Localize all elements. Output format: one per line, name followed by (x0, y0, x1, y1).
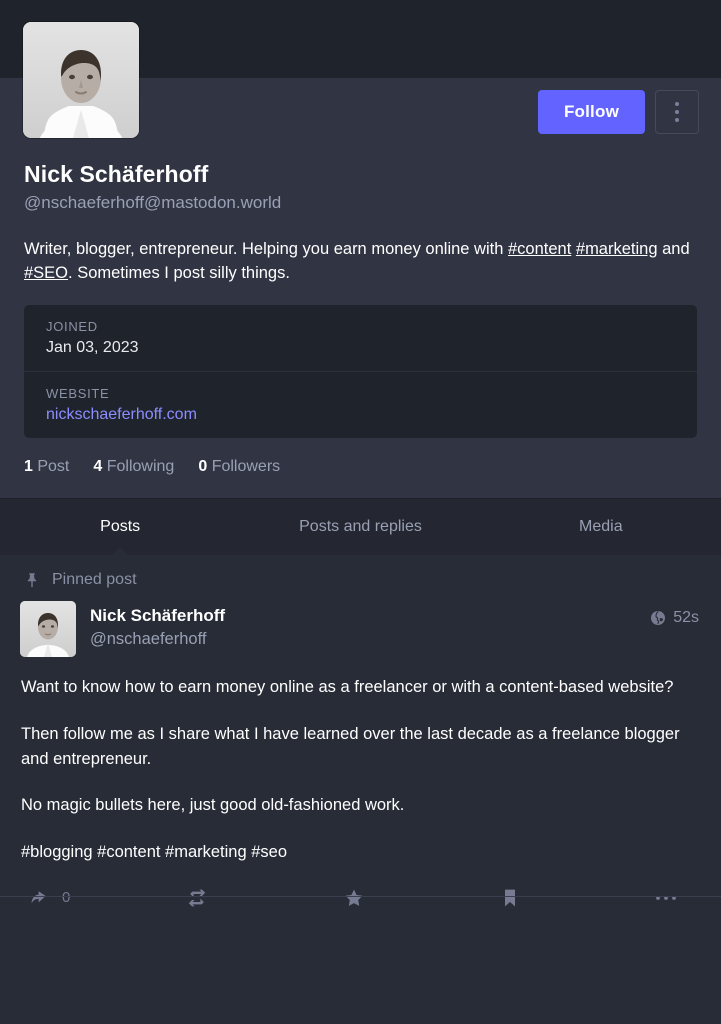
status-post: Pinned post Nick Schäferhoff @nschaeferh… (0, 555, 721, 909)
boost-button[interactable] (186, 887, 342, 909)
favourite-star-icon (345, 889, 362, 906)
profile-card: Follow Nick Schäferhoff @nschaeferhoff@m… (0, 78, 721, 499)
metadata-row-joined: JOINED Jan 03, 2023 (24, 305, 697, 371)
bookmark-icon (504, 889, 515, 907)
profile-tab-bar: Posts Posts and replies Media (0, 498, 721, 557)
boost-icon (189, 889, 206, 907)
stat-count: 4 (93, 458, 103, 476)
profile-page: Follow Nick Schäferhoff @nschaeferhoff@m… (0, 0, 721, 1024)
globe-icon (651, 611, 666, 626)
metadata-row-website: WEBSITE nickschaeferhoff.com (24, 371, 697, 438)
reply-button[interactable]: 0 (30, 887, 186, 909)
status-author-avatar-image (20, 601, 76, 658)
profile-header-banner (0, 0, 721, 138)
kebab-dot (675, 102, 679, 106)
status-author-avatar[interactable] (20, 601, 76, 658)
profile-avatar-image (23, 22, 139, 138)
status-author-name: Nick Schäferhoff (90, 606, 226, 626)
status-paragraph: Then follow me as I share what I have le… (21, 724, 680, 768)
bio-text-segment: Writer, blogger, entrepreneur. Helping y… (24, 239, 508, 258)
tab-label: Posts and replies (299, 518, 422, 536)
profile-bio: Writer, blogger, entrepreneur. Helping y… (0, 215, 721, 286)
bookmark-button[interactable] (499, 887, 655, 909)
profile-avatar[interactable] (23, 22, 139, 138)
status-timestamp: 52s (673, 609, 699, 627)
metadata-label: WEBSITE (46, 386, 110, 402)
bio-hashtag-seo[interactable]: #SEO (24, 264, 68, 282)
profile-handle: @nschaeferhoff@mastodon.world (24, 192, 282, 212)
bio-hashtag-marketing[interactable]: #marketing (576, 240, 658, 258)
tab-label: Media (579, 518, 623, 536)
tab-posts-and-replies[interactable]: Posts and replies (240, 499, 480, 555)
pinned-post-banner: Pinned post (20, 571, 701, 589)
status-timestamp-group[interactable]: 52s (650, 609, 699, 627)
status-author-identity: Nick Schäferhoff @nschaeferhoff (90, 601, 225, 651)
status-bottom-divider (0, 895, 721, 897)
kebab-dot (675, 118, 679, 122)
metadata-website-link[interactable]: nickschaeferhoff.com (46, 406, 675, 424)
pin-icon (27, 573, 37, 588)
status-action-bar: 0 (20, 865, 701, 909)
kebab-dot (675, 110, 679, 114)
profile-metadata-table: JOINED Jan 03, 2023 WEBSITE nickschaefer… (24, 305, 697, 439)
profile-identity: Nick Schäferhoff @nschaeferhoff@mastodon… (0, 146, 721, 215)
status-content: Want to know how to earn money online as… (20, 657, 701, 865)
tab-posts[interactable]: Posts (0, 499, 240, 557)
tab-media[interactable]: Media (481, 499, 721, 555)
stat-label: Post (37, 458, 70, 476)
profile-menu-button[interactable] (655, 90, 699, 134)
profile-stats: 1 Post 4 Following 0 Followers (0, 438, 721, 498)
bio-text-segment: . Sometimes I post silly things. (68, 263, 290, 282)
stat-count: 1 (24, 458, 33, 476)
metadata-label: JOINED (46, 319, 98, 335)
status-paragraph: Want to know how to earn money online as… (21, 678, 674, 697)
stat-label: Followers (211, 458, 281, 476)
status-paragraph: No magic bullets here, just good old-fas… (21, 796, 405, 815)
pinned-post-label: Pinned post (52, 571, 137, 589)
bio-hashtag-content[interactable]: #content (508, 240, 571, 258)
reply-count: 0 (62, 889, 71, 907)
tab-label: Posts (100, 518, 141, 536)
stat-label: Following (106, 458, 175, 476)
bio-text-segment: and (657, 239, 690, 258)
status-header: Nick Schäferhoff @nschaeferhoff 52s (20, 601, 701, 658)
reply-icon (31, 890, 46, 904)
status-hashtags[interactable]: #blogging #content #marketing #seo (21, 840, 700, 865)
profile-display-name: Nick Schäferhoff (24, 161, 209, 187)
status-author-handle: @nschaeferhoff (90, 629, 207, 648)
favourite-button[interactable] (343, 887, 499, 909)
stat-posts[interactable]: 1 Post (24, 458, 69, 476)
stat-followers[interactable]: 0 Followers (198, 458, 280, 476)
follow-button[interactable]: Follow (537, 90, 645, 134)
metadata-value: Jan 03, 2023 (46, 339, 139, 357)
stat-following[interactable]: 4 Following (93, 458, 174, 476)
stat-count: 0 (198, 458, 208, 476)
